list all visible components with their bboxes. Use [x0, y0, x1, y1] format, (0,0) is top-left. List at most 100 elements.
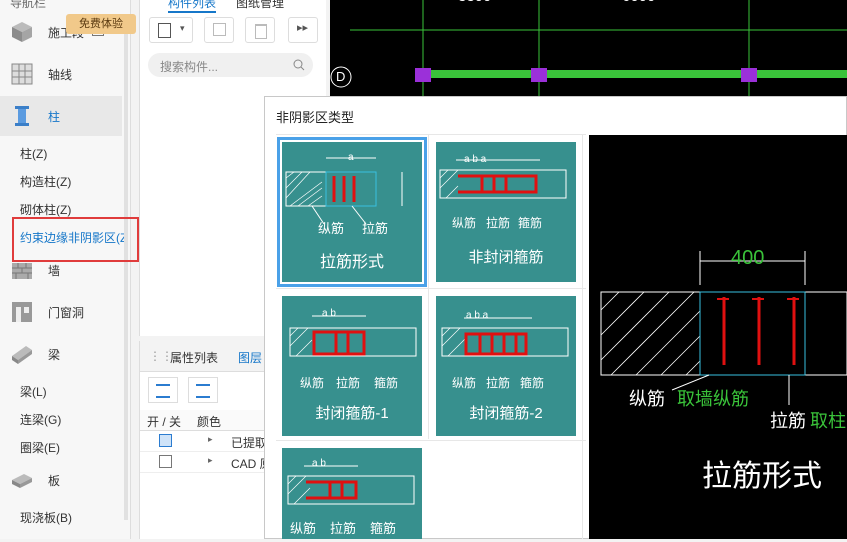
dimension-label: a	[348, 152, 354, 163]
beam-icon	[12, 346, 32, 364]
option-open-stirrup[interactable]: a b a 纵筋 拉筋 箍筋 非封闭箍筋	[436, 142, 576, 282]
preview-tie: 拉筋	[770, 411, 806, 431]
column-header-color: 颜色	[197, 415, 222, 429]
divider	[276, 288, 586, 289]
door-window-icon	[12, 302, 32, 322]
search-input[interactable]: 搜索构件...	[148, 53, 313, 77]
label-longitudinal: 纵筋	[290, 521, 317, 536]
option-name: 拉筋形式	[319, 254, 384, 271]
new-component-button[interactable]: ▾	[149, 17, 193, 43]
layer-table-header: 开 / 关 颜色	[140, 410, 266, 431]
nav-item-axis[interactable]: 轴线	[0, 54, 122, 94]
expand-arrow-icon[interactable]: ▸	[208, 434, 213, 445]
option-name: 封闭箍筋-1	[315, 405, 389, 422]
divider	[276, 134, 586, 135]
dimension-right: 6000	[622, 0, 655, 5]
label-longitudinal: 纵筋	[300, 376, 325, 390]
tab-drawing-management[interactable]: 图纸管理	[236, 0, 284, 11]
label-stirrup: 箍筋	[374, 376, 399, 390]
cube-icon	[12, 22, 32, 42]
expand-arrow-icon[interactable]: ▸	[208, 455, 213, 466]
label-tie: 拉筋	[330, 521, 357, 536]
nav-scrollbar[interactable]	[124, 20, 128, 520]
sub-item-coupling-beam[interactable]: 连梁(G)	[20, 411, 61, 428]
trial-badge[interactable]: 免费体验	[66, 14, 136, 34]
layers-icon	[196, 384, 210, 398]
search-icon	[293, 59, 305, 71]
more-button[interactable]: ▸▸	[288, 17, 318, 43]
divider	[428, 134, 429, 439]
layer-checkbox-checked[interactable]	[159, 434, 172, 447]
option-closed-stirrup-2[interactable]: a b a 纵筋 拉筋 箍筋 封闭箍筋-2	[436, 296, 576, 436]
sub-item-column-z[interactable]: 柱(Z)	[20, 145, 47, 162]
nav-item-column[interactable]: 柱	[0, 96, 122, 136]
nav-item-label: 门窗洞	[48, 305, 85, 320]
option-closed-stirrup-1[interactable]: a b 纵筋 拉筋 箍筋 封闭箍筋-1	[282, 296, 422, 436]
preview-caption: 拉筋形式	[702, 460, 822, 493]
preview-longitudinal: 纵筋	[629, 389, 665, 409]
layer-checkbox-unchecked[interactable]	[159, 455, 172, 468]
dimension-label: a b a	[466, 310, 489, 321]
option-name: 封闭箍筋-2	[469, 405, 543, 422]
sub-item-beam[interactable]: 梁(L)	[20, 383, 47, 400]
properties-panel: ⋮⋮ 属性列表 图层 开 / 关 颜色 ▸ 已提取 ▸ CAD 原	[139, 341, 272, 539]
grid-icon	[11, 63, 33, 85]
stirrup-variant-diagram	[287, 465, 415, 505]
highlight-box	[12, 217, 139, 262]
label-tie: 拉筋	[336, 376, 361, 390]
sub-item-masonry-column[interactable]: 砌体柱(Z)	[20, 201, 71, 218]
nav-item-beam[interactable]: 梁	[0, 334, 122, 374]
option-tie-form[interactable]: a 纵筋 拉筋 拉筋形式	[277, 137, 427, 287]
label-tie: 拉筋	[486, 216, 511, 230]
nav-item-label: 墙	[48, 263, 61, 278]
dimension-label: a b a	[464, 154, 487, 165]
cad-drawing-svg	[330, 0, 847, 96]
cad-drawing-canvas[interactable]: 3300 6000 D	[330, 0, 847, 96]
dialog-title: 非阴影区类型	[276, 110, 355, 125]
divider	[276, 440, 586, 441]
table-row[interactable]: ▸ CAD 原	[140, 452, 272, 473]
label-longitudinal: 纵筋	[318, 221, 345, 236]
copy-button[interactable]	[204, 17, 234, 43]
dimension-label: a b	[322, 308, 336, 319]
label-tie: 拉筋	[362, 221, 389, 236]
layer-tool-button-2[interactable]	[188, 377, 218, 403]
copy-icon	[213, 23, 226, 36]
nav-item-label: 梁	[48, 347, 61, 362]
axis-label: D	[336, 69, 346, 84]
double-chevron-right-icon: ▸▸	[297, 22, 309, 34]
sub-item-structural-column[interactable]: 构造柱(Z)	[20, 173, 71, 190]
type-preview: 400 纵筋 取墙纵筋 拉筋 取柱 拉筋形式	[589, 135, 847, 539]
layer-tool-button-1[interactable]	[148, 377, 178, 403]
dimension-label: a b	[312, 458, 326, 469]
label-stirrup: 箍筋	[370, 521, 397, 536]
dimension-left: 3300	[458, 0, 491, 5]
tab-properties[interactable]: 属性列表	[170, 349, 218, 366]
tab-component-list[interactable]: 构件列表	[168, 0, 217, 13]
layers-icon	[156, 384, 170, 398]
column-icon	[15, 106, 29, 126]
slab-icon	[12, 474, 32, 488]
tab-layers[interactable]: 图层	[238, 349, 262, 366]
search-placeholder: 搜索构件...	[160, 60, 219, 74]
new-file-icon	[158, 23, 171, 38]
option-stirrup-variant[interactable]: a b 纵筋 拉筋 箍筋	[282, 448, 422, 539]
nav-item-door-window[interactable]: 门窗洞	[0, 292, 122, 332]
sub-item-cast-slab[interactable]: 现浇板(B)	[20, 509, 72, 526]
label-longitudinal: 纵筋	[452, 216, 477, 230]
label-longitudinal: 纵筋	[452, 376, 477, 390]
preview-longitudinal-note: 取墙纵筋	[677, 389, 749, 409]
delete-button[interactable]	[245, 17, 275, 43]
nav-header: 导航栏	[10, 0, 47, 10]
nav-item-label: 轴线	[48, 67, 73, 82]
trash-icon	[255, 24, 267, 39]
option-name: 非封闭箍筋	[468, 249, 544, 266]
table-row[interactable]: ▸ 已提取	[140, 431, 267, 452]
label-stirrup: 箍筋	[518, 216, 543, 230]
divider	[582, 134, 583, 539]
nav-item-label: 柱	[48, 109, 61, 124]
navigation-sidebar: 导航栏 施工段 轴线 柱 柱(Z) 构造柱(Z) 砌体柱(Z) 约束边缘非阴影区…	[0, 0, 131, 539]
column-header-toggle: 开 / 关	[147, 415, 182, 429]
nav-item-slab[interactable]: 板	[0, 460, 122, 500]
sub-item-ring-beam[interactable]: 圈梁(E)	[20, 439, 60, 456]
